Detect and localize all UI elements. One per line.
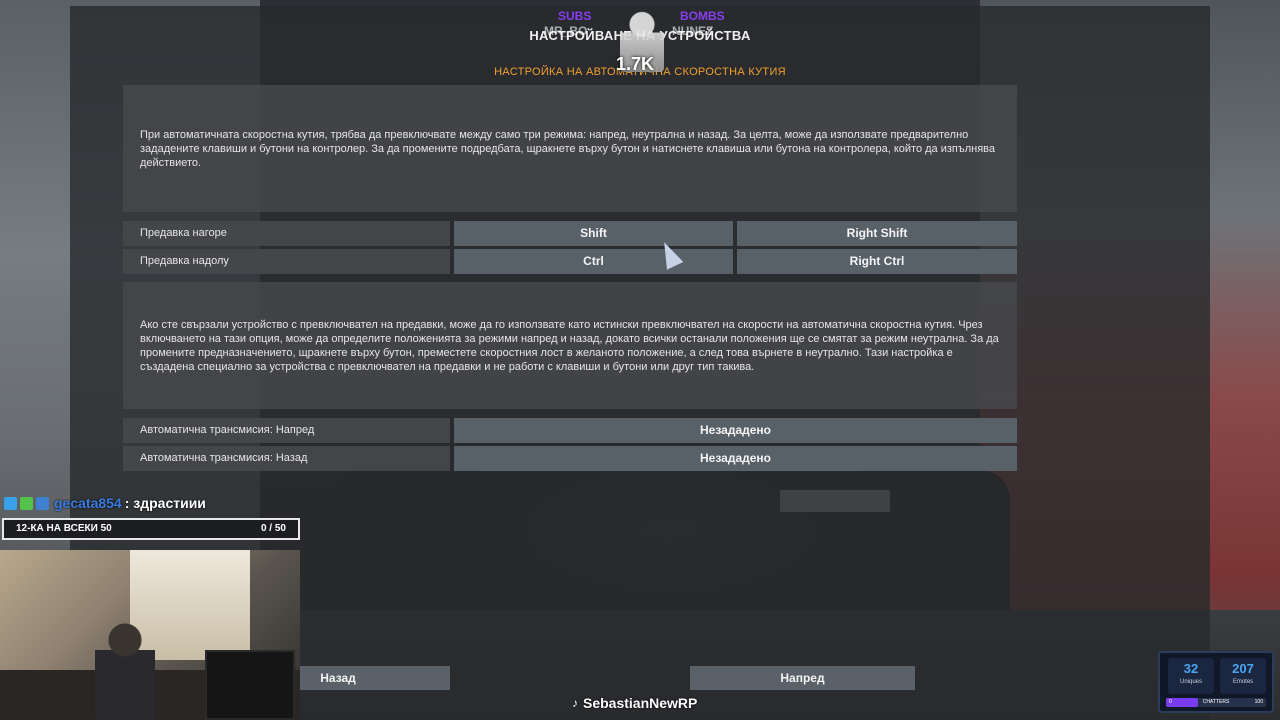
chat-username: gecata854 (54, 495, 122, 511)
auto-reverse-button[interactable]: Незададено (454, 446, 1017, 471)
chat-message: gecata854 : здрастиии (4, 495, 206, 511)
chat-text: : здрастиии (124, 495, 206, 511)
shift-down-primary-button[interactable]: Ctrl (454, 249, 733, 274)
forward-button[interactable]: Напред (690, 666, 915, 690)
chatters-max: 100 (1254, 699, 1263, 705)
emotes-value: 207 (1232, 661, 1254, 676)
chat-stats-widget: 32 Uniques 207 Emotes 0 CHATTERS 100 (1158, 651, 1274, 713)
chatters-label: CHATTERS (1202, 699, 1230, 705)
goal-label: 12-КА НА ВСЕКИ 50 (16, 523, 112, 534)
sub-goal-bar: 12-КА НА ВСЕКИ 50 0 / 50 (2, 518, 300, 540)
tiktok-icon: ♪ (572, 696, 578, 710)
alert-count: 1.7K (616, 54, 655, 74)
auto-forward-button[interactable]: Незададено (454, 418, 1017, 443)
description-text: При автоматичната скоростна кутия, трябв… (140, 128, 996, 169)
shift-down-label: Предавка надолу (123, 249, 450, 274)
gear-shifter-description: Ако сте свързали устройство с превключва… (123, 282, 1017, 409)
shift-down-row: Предавка надолу Ctrl Right Ctrl (123, 249, 1017, 274)
subscriber-badge-icon (20, 496, 33, 510)
shift-up-label: Предавка нагоре (123, 221, 450, 246)
auto-reverse-row: Автоматична трансмисия: Назад Незададено (123, 446, 1017, 471)
emotes-label: Emotes (1232, 679, 1254, 685)
shift-up-row: Предавка нагоре Shift Right Shift (123, 221, 1017, 246)
uniques-value: 32 (1183, 661, 1199, 676)
webcam-monitor (205, 650, 295, 720)
shift-up-primary-button[interactable]: Shift (454, 221, 733, 246)
uniques-box: 32 Uniques (1168, 658, 1214, 694)
automatic-gearbox-description: При автоматичната скоростна кутия, трябв… (123, 85, 1017, 212)
emotes-box: 207 Emotes (1220, 658, 1266, 694)
uniques-label: Uniques (1179, 679, 1202, 685)
shift-down-secondary-button[interactable]: Right Ctrl (737, 249, 1017, 274)
subs-label: SUBS (558, 9, 592, 23)
bombs-username: NUNEZ (672, 24, 714, 38)
tiktok-handle: ♪ SebastianNewRP (572, 695, 697, 711)
webcam-feed (0, 550, 300, 720)
auto-forward-label: Автоматична трансмисия: Напред (123, 418, 450, 443)
subs-username: MR_BO (544, 24, 588, 38)
goal-progress: 0 / 50 (260, 523, 286, 534)
verified-badge-icon (4, 496, 17, 510)
streamer-person (95, 620, 155, 720)
bombs-label: BOMBS (680, 9, 725, 23)
chatters-bar: 0 CHATTERS 100 (1166, 698, 1266, 707)
gift-badge-icon (36, 496, 49, 510)
description-text: Ако сте свързали устройство с превключва… (140, 318, 999, 373)
stream-alert-widget: SUBS MR_BO BOMBS NUNEZ 1.7K (540, 6, 750, 76)
tiktok-username: SebastianNewRP (583, 695, 698, 711)
shift-up-secondary-button[interactable]: Right Shift (737, 221, 1017, 246)
auto-reverse-label: Автоматична трансмисия: Назад (123, 446, 450, 471)
auto-forward-row: Автоматична трансмисия: Напред Незададен… (123, 418, 1017, 443)
